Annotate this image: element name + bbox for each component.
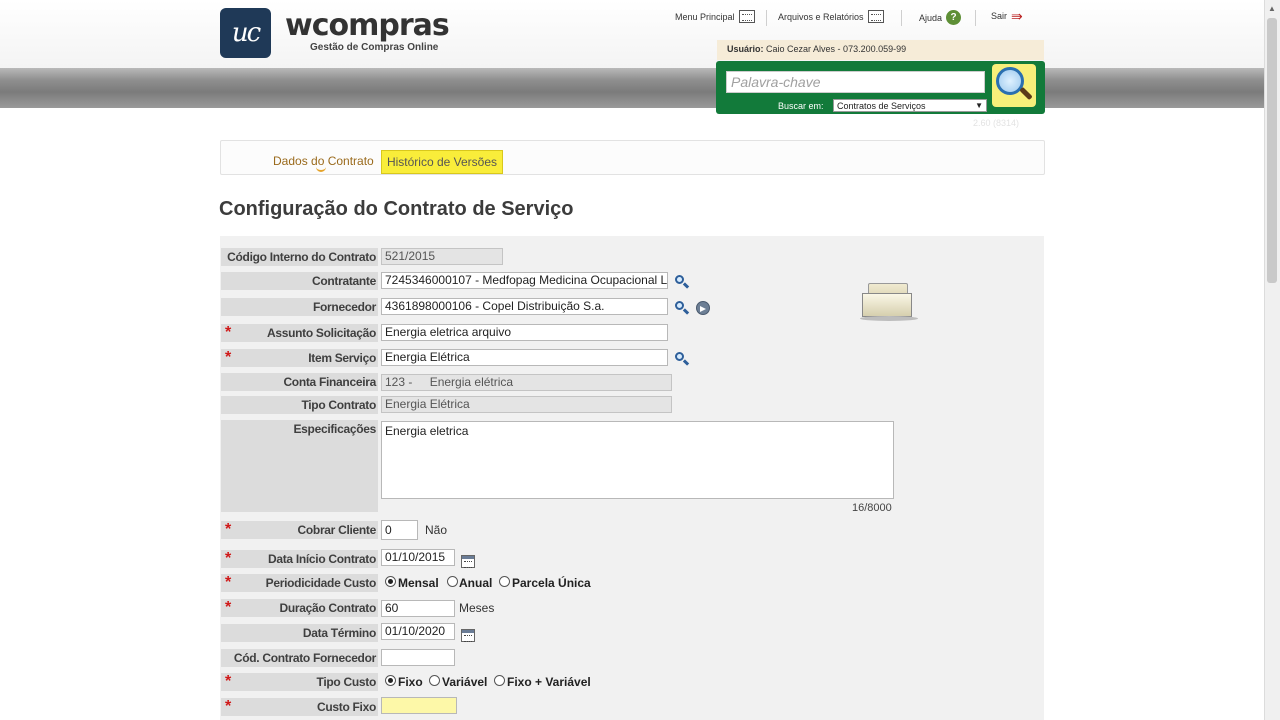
fornecedor-label: Fornecedor <box>221 298 378 316</box>
header-band <box>0 68 1264 108</box>
duracao-field[interactable]: 60 <box>381 600 455 617</box>
nav-divider <box>975 10 976 26</box>
menu-icon <box>738 10 755 23</box>
page-title: Configuração do Contrato de Serviço <box>219 198 574 220</box>
radio-fixo-label: Fixo <box>398 675 423 689</box>
nav-divider <box>766 10 767 26</box>
radio-parcela-unica[interactable] <box>499 576 510 587</box>
search-button[interactable] <box>992 64 1036 107</box>
conta-code: 123 - <box>385 375 413 389</box>
user-label: Usuário: <box>727 44 764 54</box>
scrollbar-thumb[interactable] <box>1267 18 1277 283</box>
assunto-field[interactable]: Energia eletrica arquivo <box>381 324 668 341</box>
radio-anual[interactable] <box>447 576 458 587</box>
header <box>0 0 1264 68</box>
version-text: 2.60 (8314) <box>973 118 1020 128</box>
cobrar-cliente-label: Cobrar Cliente <box>221 521 378 539</box>
conta-financeira-field: 123 - Energia elétrica <box>381 374 672 391</box>
exit-icon: ⇛ <box>1011 8 1023 24</box>
cod-contrato-fornecedor-label: Cód. Contrato Fornecedor <box>221 649 378 667</box>
especificacoes-label: Especificações <box>221 420 378 512</box>
radio-mensal-label: Mensal <box>398 576 439 590</box>
menu-principal-link[interactable]: Menu Principal <box>675 10 755 23</box>
required-marker: * <box>225 324 232 341</box>
search-scope-select[interactable]: Contratos de Serviços ▼ <box>833 99 987 112</box>
reports-icon <box>867 10 884 23</box>
required-marker: * <box>225 574 232 591</box>
arquivos-relatorios-label: Arquivos e Relatórios <box>778 11 864 22</box>
required-marker: * <box>225 349 232 366</box>
duracao-unit: Meses <box>459 601 495 615</box>
conta-name: Energia elétrica <box>429 375 514 389</box>
radio-fixo-variavel[interactable] <box>494 675 505 686</box>
periodicidade-label: Periodicidade Custo <box>221 574 378 592</box>
assunto-label: Assunto Solicitação <box>221 324 378 342</box>
tipo-contrato-label: Tipo Contrato <box>221 396 378 414</box>
fornecedor-field[interactable]: 4361898000106 - Copel Distribuição S.a. <box>381 298 668 315</box>
sair-link[interactable]: Sair ⇛ <box>991 8 1023 24</box>
cobrar-cliente-text: Não <box>425 523 448 537</box>
logo-tagline: Gestão de Compras Online <box>310 42 439 53</box>
item-servico-field[interactable]: Energia Elétrica <box>381 349 668 366</box>
radio-mensal[interactable] <box>385 576 396 587</box>
cod-contrato-fornecedor-field[interactable] <box>381 649 455 666</box>
magnifier-handle <box>1019 86 1033 101</box>
radio-parcela-unica-label: Parcela Única <box>512 576 591 590</box>
search-icon[interactable] <box>674 274 690 290</box>
codigo-field: 521/2015 <box>381 248 503 265</box>
nav-divider <box>901 10 902 26</box>
duracao-label: Duração Contrato <box>221 599 378 617</box>
search-input[interactable] <box>726 71 985 93</box>
tab-historico-versoes[interactable]: Histórico de Versões <box>381 150 503 174</box>
data-inicio-label: Data Início Contrato <box>221 550 378 568</box>
especificacoes-textarea[interactable]: Energia eletrica <box>381 421 894 499</box>
folder-icon[interactable] <box>860 283 918 321</box>
contratante-field[interactable]: 7245346000107 - Medfopag Medicina Ocupac… <box>381 272 668 289</box>
scroll-up-icon[interactable]: ▲ <box>1268 4 1276 13</box>
required-marker: * <box>225 698 232 715</box>
required-marker: * <box>225 673 232 690</box>
tipo-contrato-field: Energia Elétrica <box>381 396 672 413</box>
char-counter: 16/8000 <box>852 502 892 514</box>
help-icon: ? <box>946 10 962 25</box>
custo-fixo-label: Custo Fixo <box>221 698 378 716</box>
contratante-label: Contratante <box>221 272 378 290</box>
data-inicio-field[interactable]: 01/10/2015 <box>381 549 455 566</box>
user-info: Usuário: Caio Cezar Alves - 073.200.059-… <box>717 40 1044 60</box>
tipo-custo-label: Tipo Custo <box>221 673 378 691</box>
custo-fixo-field[interactable] <box>381 697 457 714</box>
data-termino-label: Data Término <box>221 624 378 642</box>
calendar-icon[interactable] <box>461 555 475 568</box>
chevron-down-icon: ▼ <box>975 101 983 110</box>
search-scope-value: Contratos de Serviços <box>837 101 926 111</box>
cobrar-cliente-field[interactable]: 0 <box>381 520 418 540</box>
logo-name: wcompras <box>285 8 450 43</box>
menu-principal-label: Menu Principal <box>675 11 735 22</box>
conta-financeira-label: Conta Financeira <box>221 373 378 391</box>
radio-fixo-variavel-label: Fixo + Variável <box>507 675 591 689</box>
radio-anual-label: Anual <box>459 576 493 590</box>
required-marker: * <box>225 521 232 538</box>
radio-variavel[interactable] <box>429 675 440 686</box>
required-marker: * <box>225 599 232 616</box>
search-scope-label: Buscar em: <box>778 101 824 111</box>
logo-mark: uc <box>220 8 271 58</box>
calendar-icon[interactable] <box>461 629 475 642</box>
details-arrow-icon[interactable] <box>696 301 710 315</box>
data-termino-field[interactable]: 01/10/2020 <box>381 623 455 640</box>
sair-label: Sair <box>991 11 1008 21</box>
item-servico-label: Item Serviço <box>221 349 378 367</box>
ajuda-label: Ajuda <box>919 12 943 23</box>
arquivos-relatorios-link[interactable]: Arquivos e Relatórios <box>778 10 884 23</box>
required-marker: * <box>225 550 232 567</box>
radio-variavel-label: Variável <box>442 675 488 689</box>
radio-fixo[interactable] <box>385 675 396 686</box>
codigo-label: Código Interno do Contrato <box>221 248 378 266</box>
ajuda-link[interactable]: Ajuda ? <box>919 10 962 25</box>
search-icon[interactable] <box>674 351 690 367</box>
search-icon[interactable] <box>674 300 690 316</box>
user-value: Caio Cezar Alves - 073.200.059-99 <box>766 44 907 54</box>
